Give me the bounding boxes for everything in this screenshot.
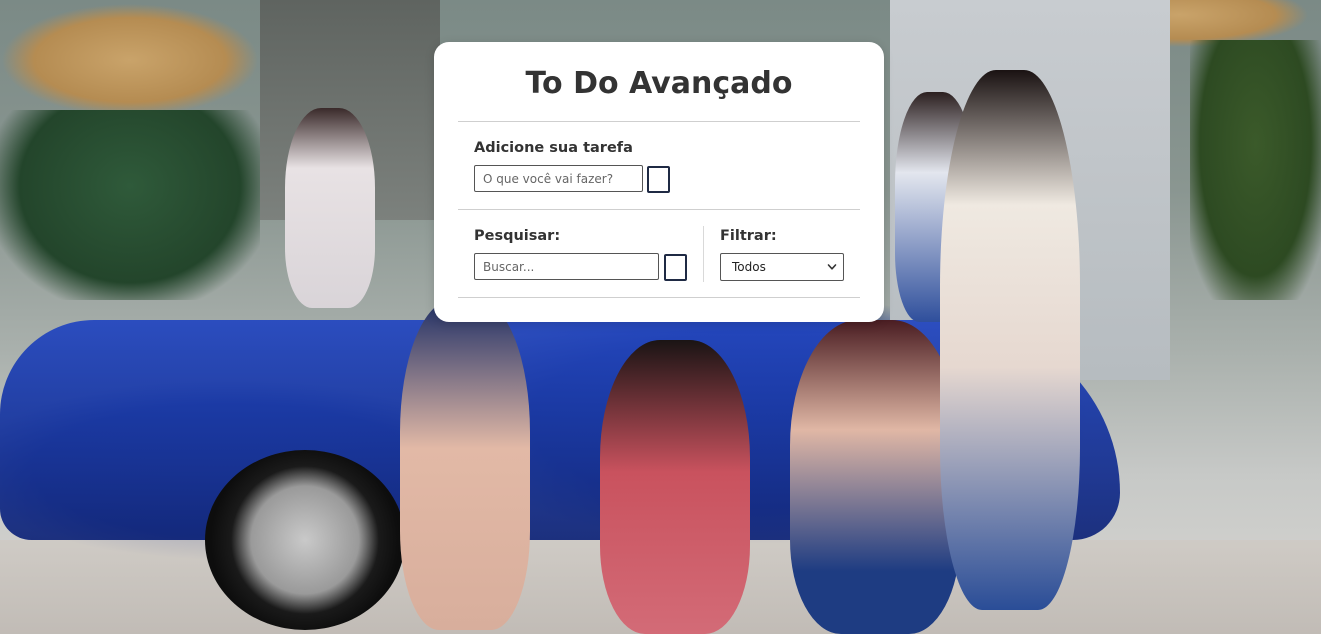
add-task-label: Adicione sua tarefa	[474, 140, 633, 156]
background-plants-left	[0, 110, 260, 300]
search-button[interactable]	[664, 254, 687, 281]
background-plants-right	[1190, 40, 1321, 300]
search-label: Pesquisar:	[474, 228, 561, 244]
add-task-input[interactable]	[474, 165, 643, 192]
background-person	[940, 70, 1080, 610]
divider	[458, 209, 860, 210]
chevron-down-icon	[827, 264, 837, 270]
background-person	[600, 340, 750, 634]
add-task-button[interactable]	[647, 166, 670, 193]
filter-select[interactable]: Todos	[720, 253, 844, 281]
filter-label: Filtrar:	[720, 228, 777, 244]
divider	[458, 297, 860, 298]
divider	[458, 121, 860, 122]
vertical-divider	[703, 226, 704, 282]
filter-selected-value: Todos	[732, 260, 766, 274]
search-input[interactable]	[474, 253, 659, 280]
background-person	[285, 108, 375, 308]
background-person	[400, 300, 530, 630]
background-person	[790, 320, 960, 634]
background-car-wheel	[205, 450, 405, 630]
page-title: To Do Avançado	[525, 66, 793, 101]
todo-card: To Do Avançado Adicione sua tarefa Pesqu…	[434, 42, 884, 322]
